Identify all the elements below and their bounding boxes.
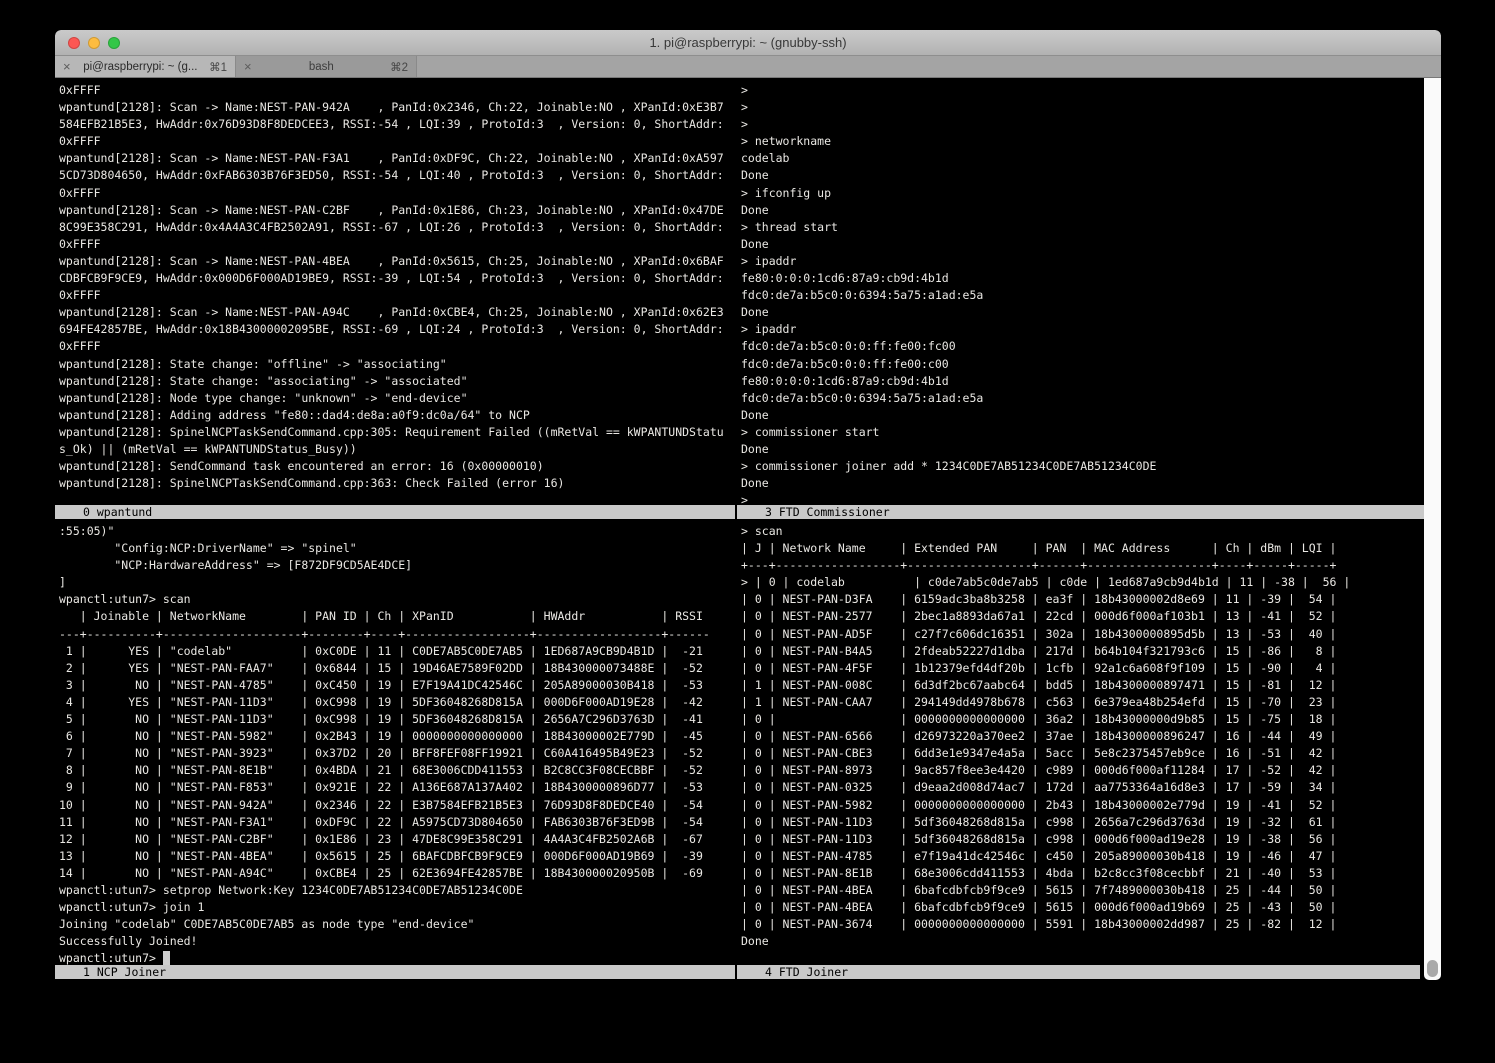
pane-wpantund-log[interactable]: 0xFFFF wpantund[2128]: Scan -> Name:NEST… xyxy=(55,78,735,505)
scrollbar-thumb[interactable] xyxy=(1427,960,1438,977)
tab-bar: × pi@raspberrypi: ~ (g... ⌘1 × bash ⌘2 xyxy=(55,56,1441,78)
ftd-joiner-output: > scan | J | Network Name | Extended PAN… xyxy=(741,524,1350,948)
ncp-joiner-output: :55:05)" "Config:NCP:DriverName" => "spi… xyxy=(59,524,710,948)
terminal-cursor[interactable] xyxy=(163,951,170,965)
tab-bash[interactable]: × bash ⌘2 xyxy=(236,56,417,77)
pane-ncp-joiner[interactable]: :55:05)" "Config:NCP:DriverName" => "spi… xyxy=(55,519,735,965)
tab-label: pi@raspberrypi: ~ (g... xyxy=(76,61,206,73)
pane-status-ftd-joiner: 4 FTD Joiner xyxy=(737,965,1420,979)
terminal-window: 1. pi@raspberrypi: ~ (gnubby-ssh) × pi@r… xyxy=(55,30,1441,986)
close-tab-icon[interactable]: × xyxy=(63,60,71,73)
shell-prompt: wpanctl:utun7> xyxy=(59,951,163,965)
close-window-button[interactable] xyxy=(68,37,80,49)
pane-status-wpantund: 0 wpantund xyxy=(55,505,735,519)
tab-shortcut-badge: ⌘2 xyxy=(390,60,408,74)
terminal-content: 0xFFFF wpantund[2128]: Scan -> Name:NEST… xyxy=(55,78,1441,986)
tab-bar-empty-area xyxy=(417,56,1441,77)
tab-label: bash xyxy=(257,61,387,73)
pane-status-ftd-commissioner: 3 FTD Commissioner xyxy=(737,505,1424,519)
traffic-lights xyxy=(68,37,120,49)
pane-status-ncp-joiner: 1 NCP Joiner xyxy=(55,965,735,979)
scrollbar-track[interactable] xyxy=(1424,78,1441,980)
pane-ftd-commissioner[interactable]: > > > > networkname codelab Done > ifcon… xyxy=(737,78,1424,505)
window-title: 1. pi@raspberrypi: ~ (gnubby-ssh) xyxy=(55,30,1441,55)
tab-ssh-session[interactable]: × pi@raspberrypi: ~ (g... ⌘1 xyxy=(55,56,236,77)
pane-ftd-joiner[interactable]: > scan | J | Network Name | Extended PAN… xyxy=(737,519,1424,965)
minimize-window-button[interactable] xyxy=(88,37,100,49)
tab-shortcut-badge: ⌘1 xyxy=(209,60,227,74)
close-tab-icon[interactable]: × xyxy=(244,60,252,73)
window-titlebar[interactable]: 1. pi@raspberrypi: ~ (gnubby-ssh) xyxy=(55,30,1441,56)
zoom-window-button[interactable] xyxy=(108,37,120,49)
